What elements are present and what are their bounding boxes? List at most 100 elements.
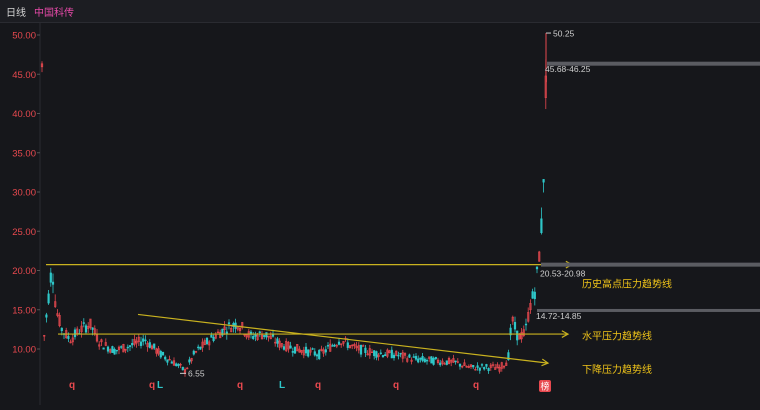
- kline-chart[interactable]: 50.00 45.00 40.00 35.00 30.00 25.00 20.00 15.00…: [0, 22, 760, 405]
- candle-body: [293, 346, 297, 354]
- annotation-historic-high: 历史高点压力趋势线: [582, 278, 672, 291]
- annotation-horizontal: 水平压力趋势线: [582, 329, 652, 342]
- candle-body: [225, 331, 228, 335]
- candle-body: [375, 351, 378, 358]
- candle-body: [45, 314, 48, 318]
- candle-body: [115, 349, 118, 352]
- period-selector[interactable]: 日线: [6, 4, 26, 19]
- candle-body: [318, 350, 321, 359]
- candle-body: [379, 352, 382, 354]
- candle-body: [265, 332, 268, 338]
- event-marker-q: q: [149, 380, 155, 391]
- candle-body: [542, 179, 545, 183]
- overlay-bar-2: [541, 262, 760, 267]
- candle-body: [252, 336, 255, 339]
- price-label-resistance2: 14.72-14.85: [536, 311, 582, 321]
- overlay-bar-1: [547, 61, 760, 66]
- candle-body: [397, 354, 400, 357]
- price-label-low: 6.55: [188, 368, 205, 378]
- y-tick-label: 40.00: [12, 109, 36, 120]
- candle-body: [188, 359, 191, 363]
- candle-body: [181, 366, 184, 371]
- candle-body: [421, 356, 424, 361]
- price-labels: 50.2545.68-46.2520.53-20.9814.72-14.856.…: [180, 29, 760, 378]
- candle-body: [392, 354, 396, 359]
- candle-body: [304, 346, 308, 354]
- candle-body: [535, 266, 539, 270]
- candle-body: [307, 349, 310, 357]
- candle-body: [414, 356, 418, 360]
- candle-body: [177, 363, 180, 367]
- candle-body: [362, 345, 365, 347]
- candle-body: [263, 335, 266, 337]
- candle-body: [373, 350, 376, 357]
- candle-body: [430, 356, 433, 364]
- event-marker-L: L: [157, 380, 163, 391]
- y-tick-label: 20.00: [12, 266, 36, 277]
- candle-body: [113, 348, 116, 355]
- candle-body: [524, 323, 528, 326]
- candle-body: [175, 363, 178, 367]
- candle-body: [84, 325, 88, 333]
- candle-body: [359, 344, 363, 355]
- price-label-resistance1: 20.53-20.98: [540, 269, 586, 279]
- candle-body: [480, 364, 484, 366]
- candle-body: [399, 352, 402, 355]
- candle-body: [166, 359, 169, 363]
- event-marker-q: q: [393, 380, 399, 391]
- y-tick-label: 45.00: [12, 70, 36, 81]
- candle-body: [47, 293, 50, 304]
- rank-badge-label: 榜: [540, 381, 549, 392]
- candle-body: [478, 367, 481, 371]
- y-tick-label: 10.00: [12, 345, 36, 356]
- candle-body: [291, 351, 294, 353]
- candle-body: [483, 367, 486, 370]
- candle-body: [144, 339, 147, 342]
- candle-body: [49, 272, 52, 283]
- candle-body: [128, 345, 132, 347]
- candle-body: [192, 350, 195, 355]
- candle-body: [126, 346, 129, 349]
- candle-body: [120, 346, 123, 348]
- stock-name: 中国科传: [34, 7, 74, 19]
- candle-body: [91, 327, 94, 330]
- candle-body: [258, 331, 261, 334]
- descending-trendline: [137, 313, 549, 364]
- candle-body: [439, 362, 442, 366]
- candle-body: [142, 338, 145, 342]
- candle-body: [412, 356, 415, 358]
- candle-body: [164, 356, 167, 360]
- candle-body: [315, 354, 319, 357]
- candle-body: [445, 360, 448, 365]
- candle-body: [51, 281, 55, 285]
- candle-body: [212, 337, 215, 341]
- candle-body: [516, 330, 519, 341]
- candle-body: [423, 358, 426, 363]
- candle-body: [485, 364, 488, 367]
- candles: [40, 33, 547, 377]
- candle-body: [384, 354, 387, 357]
- candle-body: [419, 357, 422, 360]
- event-marker-q: q: [473, 380, 479, 391]
- candle-body: [139, 341, 143, 346]
- candle-body: [432, 358, 435, 365]
- candle-body: [540, 218, 543, 234]
- candle-body: [148, 342, 151, 348]
- kline-chart-svg[interactable]: 50.00 45.00 40.00 35.00 30.00 25.00 20.00 15.00…: [0, 22, 760, 405]
- candle-body: [458, 363, 462, 367]
- candle-body: [454, 360, 457, 363]
- event-markers: qqLqLqqq榜: [69, 380, 551, 392]
- y-tick-label: 35.00: [12, 148, 36, 159]
- candle-body: [476, 365, 479, 368]
- candle-body: [408, 354, 411, 358]
- candle-body: [313, 351, 316, 356]
- candle-body: [102, 347, 105, 350]
- event-marker-q: q: [315, 380, 321, 391]
- candle-body: [153, 343, 156, 349]
- y-axis: 50.00 45.00 40.00 35.00 30.00 25.00 20.00 15.00…: [12, 31, 40, 356]
- candle-body: [487, 368, 490, 372]
- y-tick-label: 30.00: [12, 188, 36, 199]
- overlay-bar-3: [537, 308, 760, 312]
- y-tick-label: 25.00: [12, 227, 36, 238]
- candle-body: [106, 346, 110, 352]
